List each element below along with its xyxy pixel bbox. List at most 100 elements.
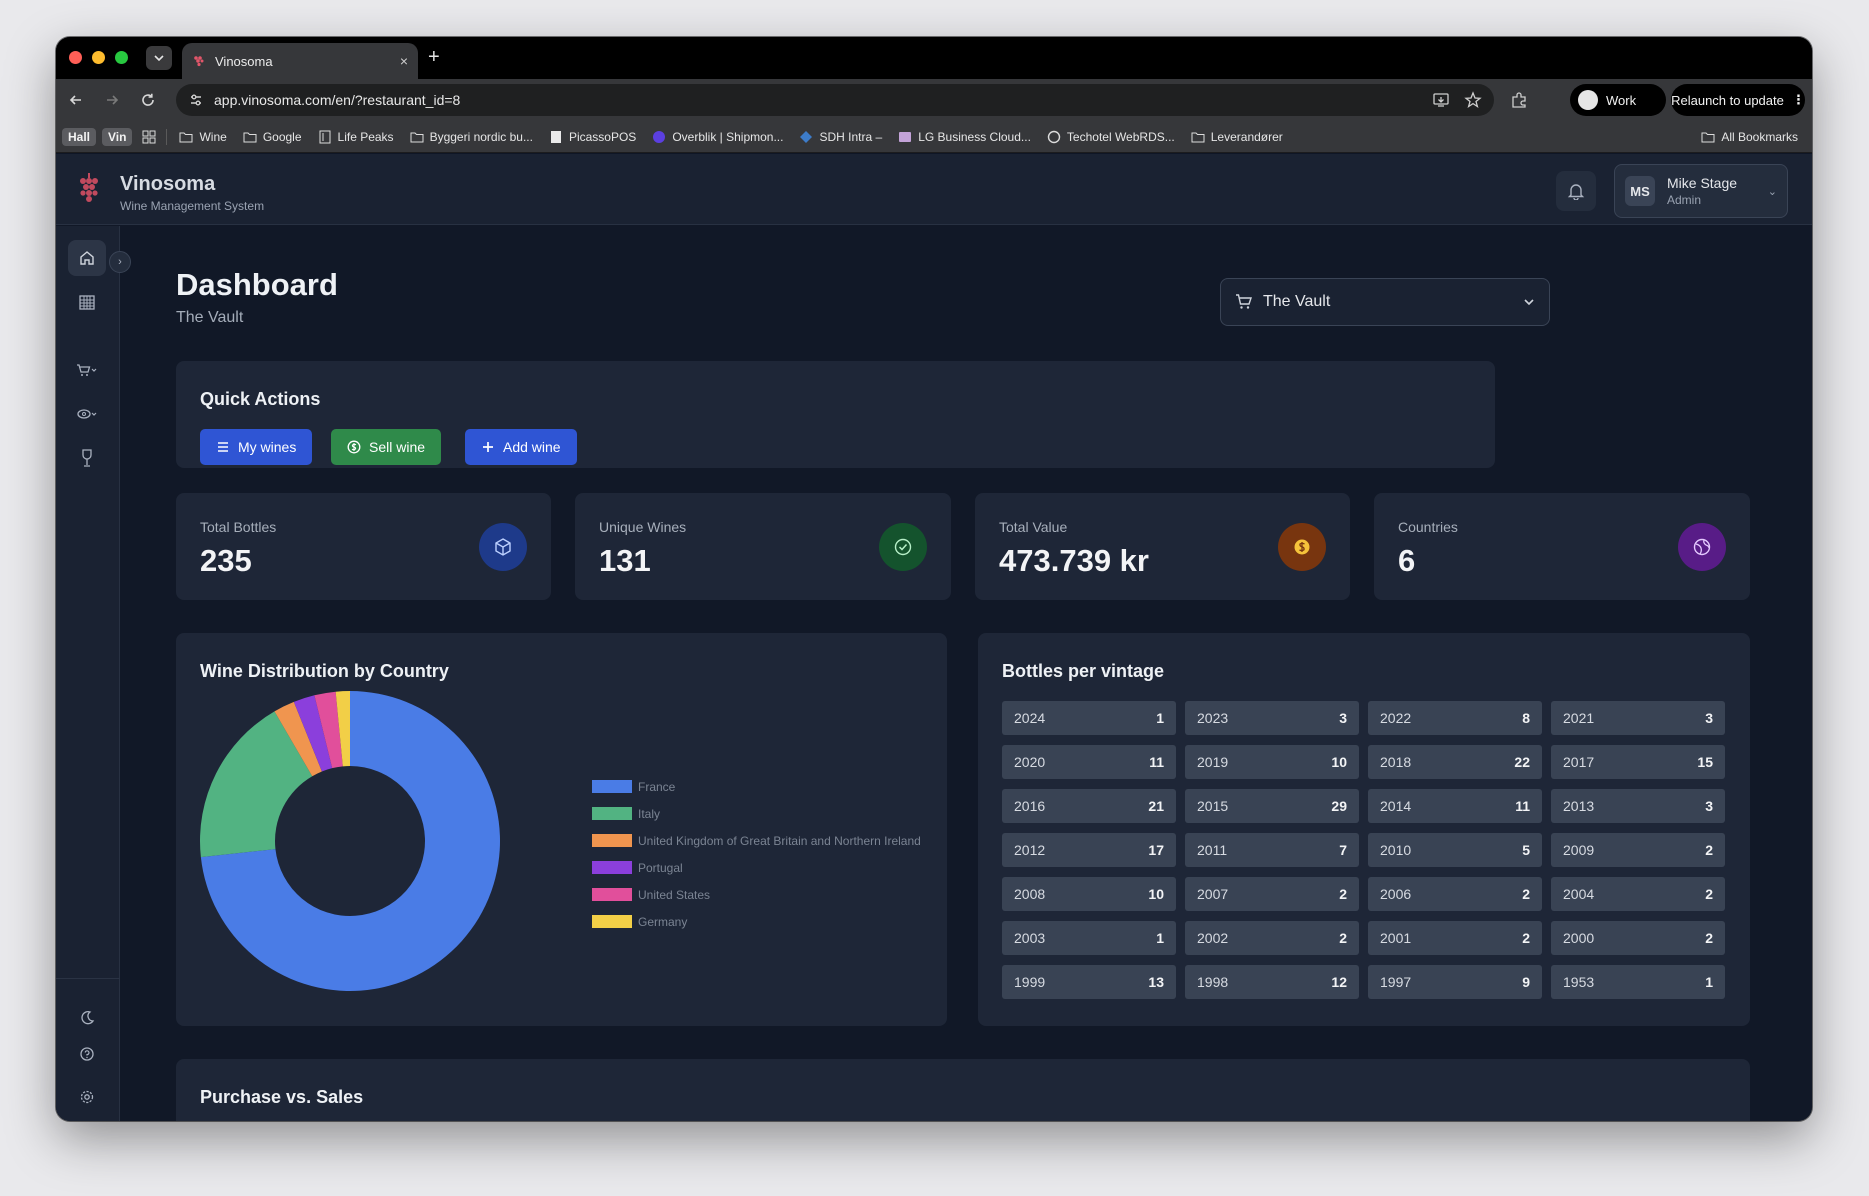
address-bar[interactable]: app.vinosoma.com/en/?restaurant_id=8 [176, 84, 1494, 116]
purchase-vs-sales-card: Purchase vs. Sales [176, 1059, 1750, 1121]
site-settings-icon[interactable] [188, 92, 204, 108]
vintage-count: 13 [1148, 974, 1164, 990]
bookmark-item[interactable]: Byggeri nordic bu... [410, 130, 533, 144]
bookmark-star-icon[interactable] [1464, 91, 1482, 109]
extensions-icon[interactable] [1510, 91, 1528, 109]
vintage-cell[interactable]: 1953 1 [1551, 965, 1725, 999]
help-button[interactable] [68, 1036, 106, 1072]
vintage-cell[interactable]: 2000 2 [1551, 921, 1725, 955]
vintage-cell[interactable]: 2021 3 [1551, 701, 1725, 735]
vintage-year: 2024 [1014, 710, 1046, 726]
vintage-cell[interactable]: 2018 22 [1368, 745, 1542, 779]
apps-grid-icon[interactable] [142, 130, 156, 144]
vintage-cell[interactable]: 1999 13 [1002, 965, 1176, 999]
close-window-button[interactable] [69, 51, 82, 64]
bookmark-item[interactable]: Overblik | Shipmon... [652, 130, 783, 144]
url-text[interactable]: app.vinosoma.com/en/?restaurant_id=8 [214, 92, 1418, 108]
vintage-cell[interactable]: 2017 15 [1551, 745, 1725, 779]
vintage-cell[interactable]: 2009 2 [1551, 833, 1725, 867]
vintage-cell[interactable]: 1998 12 [1185, 965, 1359, 999]
minimize-window-button[interactable] [92, 51, 105, 64]
new-tab-button[interactable]: + [428, 45, 440, 69]
vintage-cell[interactable]: 2001 2 [1368, 921, 1542, 955]
all-bookmarks[interactable]: All Bookmarks [1701, 130, 1798, 144]
add-wine-button[interactable]: Add wine [465, 429, 577, 465]
vintage-cell[interactable]: 2007 2 [1185, 877, 1359, 911]
vintage-cell[interactable]: 2008 10 [1002, 877, 1176, 911]
vintage-cell[interactable]: 2022 8 [1368, 701, 1542, 735]
restaurant-select[interactable]: The Vault [1220, 278, 1550, 326]
page-icon [319, 130, 331, 143]
bookmark-item[interactable]: Life Peaks [318, 130, 394, 144]
wine-glass-icon [82, 449, 92, 467]
vintage-count: 5 [1522, 842, 1530, 858]
legend-item[interactable]: Germany [592, 908, 921, 935]
my-wines-button[interactable]: My wines [200, 429, 313, 465]
sidebar-item-finance[interactable] [68, 396, 106, 432]
purchase-vs-sales-title: Purchase vs. Sales [200, 1087, 364, 1107]
legend-item[interactable]: United Kingdom of Great Britain and Nort… [592, 827, 921, 854]
user-menu[interactable]: MS Mike Stage Admin ⌄ [1614, 164, 1788, 218]
vintage-cell[interactable]: 2016 21 [1002, 789, 1176, 823]
sell-wine-button[interactable]: Sell wine [331, 429, 442, 465]
settings-button[interactable] [68, 1079, 106, 1115]
vintage-cell[interactable]: 2024 1 [1002, 701, 1176, 735]
tab-close-icon[interactable]: × [400, 53, 408, 69]
vintage-cell[interactable]: 2012 17 [1002, 833, 1176, 867]
notifications-button[interactable] [1556, 171, 1596, 211]
vintage-year: 1998 [1197, 974, 1229, 990]
tab-search-button[interactable] [146, 46, 172, 70]
sidebar-item-calendar[interactable] [68, 284, 106, 320]
vintage-cell[interactable]: 2006 2 [1368, 877, 1542, 911]
bookmark-item[interactable]: Techotel WebRDS... [1047, 130, 1175, 144]
browser-tab[interactable]: Vinosoma × [182, 43, 418, 79]
bookmark-item[interactable]: SDH Intra – [799, 130, 882, 144]
install-app-icon[interactable] [1432, 91, 1450, 109]
sidebar-item-home[interactable] [68, 240, 106, 276]
vintage-cell[interactable]: 1997 9 [1368, 965, 1542, 999]
vintage-cell[interactable]: 2014 11 [1368, 789, 1542, 823]
legend-item[interactable]: United States [592, 881, 921, 908]
stat-label: Countries [1398, 519, 1458, 535]
vintage-count: 2 [1705, 930, 1713, 946]
vintage-cell[interactable]: 2010 5 [1368, 833, 1542, 867]
vintage-cell[interactable]: 2003 1 [1002, 921, 1176, 955]
bookmark-item[interactable]: PicassoPOS [549, 130, 636, 144]
reload-button[interactable] [136, 88, 160, 112]
sidebar-item-shop[interactable] [68, 352, 106, 388]
legend-item[interactable]: Portugal [592, 854, 921, 881]
dollar-circle-icon [347, 440, 361, 454]
relaunch-button[interactable]: Relaunch to update ⋮ [1671, 84, 1805, 116]
back-button[interactable] [64, 88, 88, 112]
stat-label: Total Value [999, 519, 1068, 535]
profile-button[interactable]: Work [1570, 84, 1666, 116]
vintage-year: 2009 [1563, 842, 1595, 858]
bookmark-item[interactable]: Wine [179, 130, 227, 144]
stat-card-total-bottles: Total Bottles 235 [176, 493, 551, 600]
vintage-cell[interactable]: 2020 11 [1002, 745, 1176, 779]
vintage-cell[interactable]: 2015 29 [1185, 789, 1359, 823]
bookmark-pill-hall[interactable]: Hall [62, 127, 97, 146]
arrow-right-icon [107, 95, 119, 105]
vintage-cell[interactable]: 2023 3 [1185, 701, 1359, 735]
vintage-cell[interactable]: 2013 3 [1551, 789, 1725, 823]
vintage-cell[interactable]: 2002 2 [1185, 921, 1359, 955]
maximize-window-button[interactable] [115, 51, 128, 64]
legend-item[interactable]: France [592, 773, 921, 800]
forward-button[interactable] [100, 88, 124, 112]
tab-strip: Vinosoma × + [56, 37, 1812, 79]
vintage-count: 2 [1705, 842, 1713, 858]
theme-toggle-button[interactable] [68, 1000, 106, 1036]
vintage-cell[interactable]: 2011 7 [1185, 833, 1359, 867]
vintage-count: 29 [1331, 798, 1347, 814]
legend-item[interactable]: Italy [592, 800, 921, 827]
vintage-cell[interactable]: 2004 2 [1551, 877, 1725, 911]
vintage-cell[interactable]: 2019 10 [1185, 745, 1359, 779]
bookmark-item[interactable]: LG Business Cloud... [898, 130, 1031, 144]
sidebar-item-wine[interactable] [68, 440, 106, 476]
bookmark-pill-vin[interactable]: Vin [102, 127, 133, 146]
more-vertical-icon[interactable]: ⋮ [1792, 92, 1805, 108]
bookmark-item[interactable]: Leverandører [1191, 130, 1283, 144]
bookmark-item[interactable]: Google [243, 130, 302, 144]
chevron-down-icon: ⌄ [1767, 185, 1777, 198]
